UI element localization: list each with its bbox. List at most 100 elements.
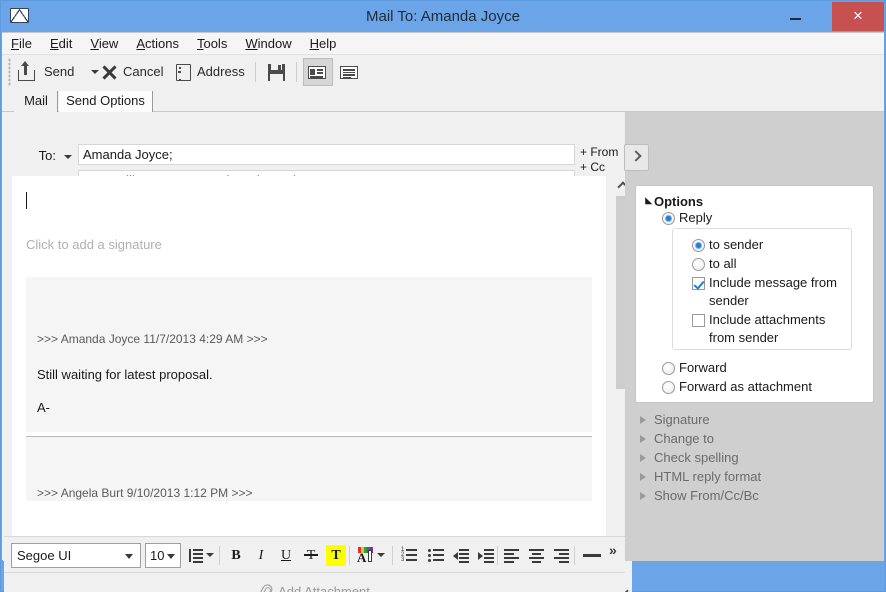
checkbox-include-attachments[interactable] xyxy=(692,314,705,327)
text-caret xyxy=(26,192,27,209)
quote-1-line-1: Still waiting for latest proposal. xyxy=(37,367,213,382)
save-draft-button[interactable] xyxy=(264,58,290,86)
format-separator-5 xyxy=(497,546,498,565)
layout-header-icon xyxy=(308,66,326,79)
align-center-button[interactable] xyxy=(526,545,548,566)
radio-forward-as-attachment[interactable] xyxy=(662,381,675,394)
layout-lines-icon xyxy=(340,66,358,79)
radio-forward[interactable] xyxy=(662,362,675,375)
align-center-icon xyxy=(529,549,544,563)
italic-button[interactable]: I xyxy=(251,545,271,566)
send-button[interactable]: Send xyxy=(18,58,102,86)
underline-button[interactable]: U xyxy=(276,545,296,566)
radio-to-all[interactable] xyxy=(692,258,705,271)
align-right-button[interactable] xyxy=(551,545,573,566)
minimize-button[interactable] xyxy=(773,2,818,31)
menu-edit[interactable]: Edit xyxy=(41,33,81,54)
paperclip-icon xyxy=(259,583,273,592)
toolbar-separator xyxy=(255,62,256,82)
checkbox-include-message-label: Include message from sender xyxy=(709,275,837,308)
chevron-down-icon[interactable] xyxy=(64,155,72,159)
options-pane: Options Reply to sender to all Include m… xyxy=(625,112,884,561)
menu-view[interactable]: View xyxy=(81,33,127,54)
options-card: Options Reply to sender to all Include m… xyxy=(635,185,874,403)
radio-to-sender[interactable] xyxy=(692,239,705,252)
view-plain-button[interactable] xyxy=(335,58,365,86)
highlight-button[interactable]: T xyxy=(326,545,346,566)
tab-send-options[interactable]: Send Options xyxy=(59,91,153,113)
align-right-icon xyxy=(554,549,569,563)
format-separator-4 xyxy=(392,546,393,565)
send-button-label: Send xyxy=(44,64,75,79)
align-left-icon xyxy=(504,549,519,563)
line-spacing-icon xyxy=(189,549,203,563)
toolbar-grip[interactable] xyxy=(8,58,11,86)
checkbox-include-message[interactable] xyxy=(692,277,705,290)
menu-help[interactable]: Help xyxy=(301,33,346,54)
pen-icon xyxy=(368,550,372,562)
address-button[interactable]: Address xyxy=(176,58,252,86)
view-with-header-button[interactable] xyxy=(303,58,333,86)
line-spacing-button[interactable] xyxy=(187,545,217,566)
font-color-button[interactable]: A xyxy=(356,545,388,566)
message-body-editor[interactable]: Click to add a signature >>> Amanda Joyc… xyxy=(12,176,606,592)
horizontal-rule-button[interactable] xyxy=(580,545,606,566)
save-icon xyxy=(268,64,285,81)
radio-reply-label: Reply xyxy=(679,210,713,225)
decrease-indent-icon xyxy=(453,549,469,563)
section-signature[interactable]: Signature xyxy=(635,411,875,430)
add-from-link[interactable]: + From xyxy=(580,145,618,159)
menu-window[interactable]: Window xyxy=(236,33,300,54)
menu-actions[interactable]: Actions xyxy=(127,33,188,54)
menu-file[interactable]: File xyxy=(2,33,41,54)
attachment-bar: Add Attachment xyxy=(4,572,625,592)
options-pane-expander-button[interactable] xyxy=(624,144,649,171)
bold-button[interactable]: B xyxy=(226,545,246,566)
toolbar-overflow-button[interactable]: » xyxy=(609,542,617,558)
formatting-toolbar: Segoe UI 10 B I U T T A 1 2 3 » xyxy=(4,536,625,572)
tab-mail[interactable]: Mail xyxy=(14,91,58,113)
format-separator-3 xyxy=(349,546,350,565)
bulleted-list-button[interactable] xyxy=(425,545,447,566)
client-area: File Edit View Actions Tools Window Help… xyxy=(2,32,884,592)
close-button[interactable]: × xyxy=(832,2,884,31)
font-color-a-icon: A xyxy=(357,550,367,565)
section-change-to[interactable]: Change to xyxy=(635,430,875,449)
section-check-spelling[interactable]: Check spelling xyxy=(635,449,875,468)
to-input[interactable]: Amanda Joyce; xyxy=(78,144,575,165)
to-label: To: xyxy=(38,148,56,163)
font-size-value: 10 xyxy=(150,548,165,563)
increase-indent-button[interactable] xyxy=(475,545,497,566)
font-family-value: Segoe UI xyxy=(17,548,72,563)
chevron-right-icon xyxy=(640,492,646,500)
strikethrough-button[interactable]: T xyxy=(301,545,321,566)
horizontal-rule-icon xyxy=(583,554,601,557)
font-size-select[interactable]: 10 xyxy=(145,543,181,568)
font-family-select[interactable]: Segoe UI xyxy=(11,543,141,568)
mail-compose-window: Mail To: Amanda Joyce × File Edit View A… xyxy=(0,0,886,592)
chevron-down-icon[interactable] xyxy=(91,70,99,74)
decrease-indent-button[interactable] xyxy=(450,545,472,566)
add-attachment-button[interactable]: Add Attachment xyxy=(4,573,625,592)
cancel-button[interactable]: Cancel xyxy=(102,58,172,86)
titlebar: Mail To: Amanda Joyce × xyxy=(1,1,885,32)
chevron-right-icon xyxy=(640,454,646,462)
radio-to-sender-label: to sender xyxy=(709,237,764,252)
align-left-button[interactable] xyxy=(501,545,523,566)
chevron-down-icon xyxy=(377,553,385,557)
toolbar-separator-2 xyxy=(296,62,297,82)
section-show-from-cc-bc[interactable]: Show From/Cc/Bc xyxy=(635,487,875,506)
options-header: Options xyxy=(654,194,704,209)
quoted-message-2: >>> Angela Burt 9/10/2013 1:12 PM >>> xyxy=(26,437,592,501)
signature-placeholder[interactable]: Click to add a signature xyxy=(26,237,162,252)
section-change-to-label: Change to xyxy=(654,431,714,446)
format-separator-2 xyxy=(219,546,220,565)
add-cc-link[interactable]: + Cc xyxy=(580,160,605,174)
section-html-reply-format[interactable]: HTML reply format xyxy=(635,468,875,487)
compose-pane: To: Amanda Joyce; Subject: Re: Wellingto… xyxy=(3,112,632,592)
radio-reply[interactable] xyxy=(662,212,675,225)
address-button-label: Address xyxy=(197,64,245,79)
numbered-list-button[interactable]: 123 xyxy=(398,545,420,566)
menu-tools[interactable]: Tools xyxy=(188,33,236,54)
collapse-triangle-icon[interactable] xyxy=(641,197,653,208)
